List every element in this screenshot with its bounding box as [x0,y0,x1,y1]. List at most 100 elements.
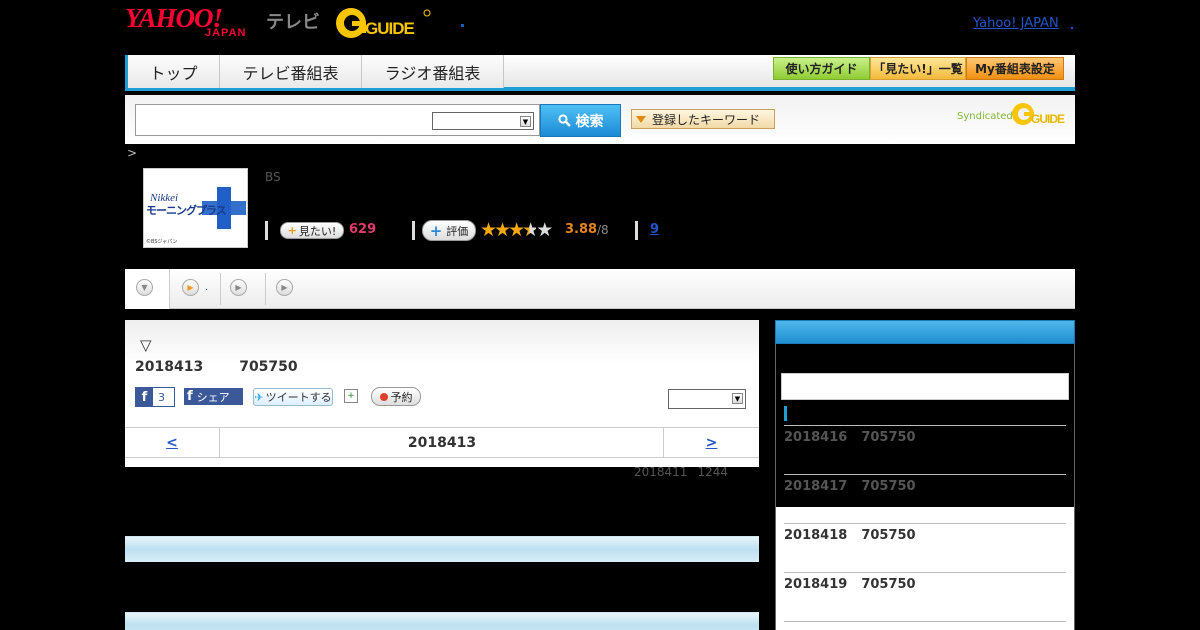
sidebar-schedule-item[interactable]: 2018416 705750 [784,430,930,445]
sidebar-white-area [776,507,1074,630]
plus-icon: + [429,221,443,240]
tab-top[interactable]: トップ [125,55,220,88]
marker-triangle: ▽ [140,336,152,354]
schedule-date: 2018419 [784,577,848,592]
registered-keyword-button[interactable]: 登録したキーワード [631,109,775,129]
search-button-label: 検索 [575,113,604,130]
star-icon: ★ [494,219,511,241]
mitai-count: 629 [349,222,377,237]
star-half-icon: ★ [522,219,539,241]
plus-icon: + [287,224,297,237]
facebook-like-button[interactable]: f 3 [135,387,175,407]
sort-select[interactable]: ▼ [668,389,746,409]
breadcrumb[interactable]: > [127,146,137,160]
svg-text:GUIDE: GUIDE [365,19,415,38]
my-schedule-settings-button[interactable]: My番組表設定 [966,57,1064,80]
search-category-select[interactable]: ▼ [432,112,534,130]
broadcast-panel: ▽ 2018413 705750 f 3 f シェア ✈ ツイートする + 予約 … [125,320,759,467]
play-circle-icon[interactable]: ▶ [230,279,247,296]
facebook-share-label: シェア [196,390,230,404]
header-dot [461,24,464,27]
page: YAHOO! JAPAN テレビ GUIDE Yahoo! JAPAN トップ … [0,0,1200,630]
schedule-time: 705750 [861,577,916,592]
play-circle-icon[interactable]: ▶ [276,279,293,296]
search-button[interactable]: 検索 [540,104,621,137]
rating-button[interactable]: + 評価 [422,220,476,241]
rating-label: 評価 [446,224,469,238]
chevron-down-icon: ▼ [732,393,743,404]
update-note: 2018411 1244 [634,465,738,479]
thumb-copyright: ©BSジャパン [146,239,178,245]
update-date: 2018411 [634,465,688,479]
rating-stars: ★★★★★ [480,219,553,241]
play-circle-icon[interactable]: ▶ [182,279,199,296]
date-navigation: < 2018413 > [125,427,759,458]
stat-divider [265,221,268,240]
header-dot-right [1071,27,1073,29]
guide-button[interactable]: 使い方ガイド [773,57,870,80]
update-time: 1244 [697,465,728,479]
star-icon: ★ [480,219,497,241]
channel-label: BS [265,170,281,184]
registered-keyword-label: 登録したキーワード [652,112,761,127]
chevron-down-icon: ▼ [520,116,531,127]
rating-score: 3.88 [565,222,598,237]
star-empty-icon: ★ [536,219,553,241]
schedule-date: 2018418 [784,528,848,543]
dropdown-triangle-icon [636,115,646,123]
yahoo-japan-link[interactable]: Yahoo! JAPAN [973,16,1059,31]
broadcast-datetime: 2018413 705750 [135,359,334,375]
facebook-like-count: 3 [158,390,165,404]
tv-logo-text[interactable]: テレビ [266,8,320,34]
sidebar-divider [784,474,1066,475]
tab-radio-schedule[interactable]: ラジオ番組表 [361,55,504,88]
sidebar-divider [784,621,1066,622]
gguide-logo[interactable]: GUIDE [335,7,432,39]
mitai-button[interactable]: + 見たい! [280,222,344,239]
reserve-button[interactable]: 予約 [371,387,421,406]
sidebar-schedule-item[interactable]: 2018417 705750 [784,479,930,494]
schedule-date: 2018416 [784,430,848,445]
section-header-bar [125,612,759,630]
thumb-title: モーニングプラス [146,204,227,217]
star-icon: ★ [508,219,525,241]
chevron-down-circle-icon: ▼ [136,279,153,296]
tab-separator [265,273,266,305]
facebook-icon: f [187,389,193,404]
sidebar-section-marker [784,406,787,421]
twitter-bird-icon: ✈ [254,390,264,404]
syndicated-gguide-logo: GUIDE [1012,103,1066,126]
schedule-time: 705750 [861,479,916,494]
svg-text:GUIDE: GUIDE [1031,112,1065,126]
stat-divider [635,221,638,240]
facebook-icon: f [136,388,153,406]
tab-active[interactable]: ▼ [125,269,170,309]
tweet-label: ツイートする [265,391,332,404]
next-date-link[interactable]: > [663,428,759,457]
program-tabstrip: ▼ ▶ ▶ ▶ [125,269,1075,309]
current-date: 2018413 [407,434,477,451]
mitai-label: 見たい! [298,224,337,238]
tab-tv-schedule[interactable]: テレビ番組表 [219,55,362,88]
sidebar: 2018416 705750 2018417 705750 2018418 70575… [775,344,1075,630]
facebook-share-button[interactable]: f シェア [184,388,243,405]
main-nav: トップ テレビ番組表 ラジオ番組表 使い方ガイド 「見たい!」一覧 My番組表設… [125,55,1075,91]
mitai-list-button[interactable]: 「見たい!」一覧 [870,57,966,80]
tweet-button[interactable]: ✈ ツイートする [253,388,333,406]
rating-suffix: /8 [597,223,609,237]
reserve-label: 予約 [390,390,413,404]
calendar-add-icon[interactable]: + [344,389,358,403]
sidebar-schedule-item[interactable]: 2018419 705750 [784,577,930,592]
sidebar-schedule-item[interactable]: 2018418 705750 [784,528,930,543]
search-bar: ▼ 検索 登録したキーワード Syndicated GUIDE [125,95,1075,144]
prev-date-link[interactable]: < [125,428,220,457]
schedule-date: 2018417 [784,479,848,494]
count-link[interactable]: 9 [650,222,659,237]
yahoo-japan-logo-text: JAPAN [205,27,247,39]
sidebar-header [775,320,1075,344]
broadcast-time: 705750 [239,359,298,375]
sidebar-divider [784,425,1066,426]
sidebar-divider [784,572,1066,573]
sidebar-search-input[interactable] [781,373,1069,400]
schedule-time: 705750 [861,430,916,445]
